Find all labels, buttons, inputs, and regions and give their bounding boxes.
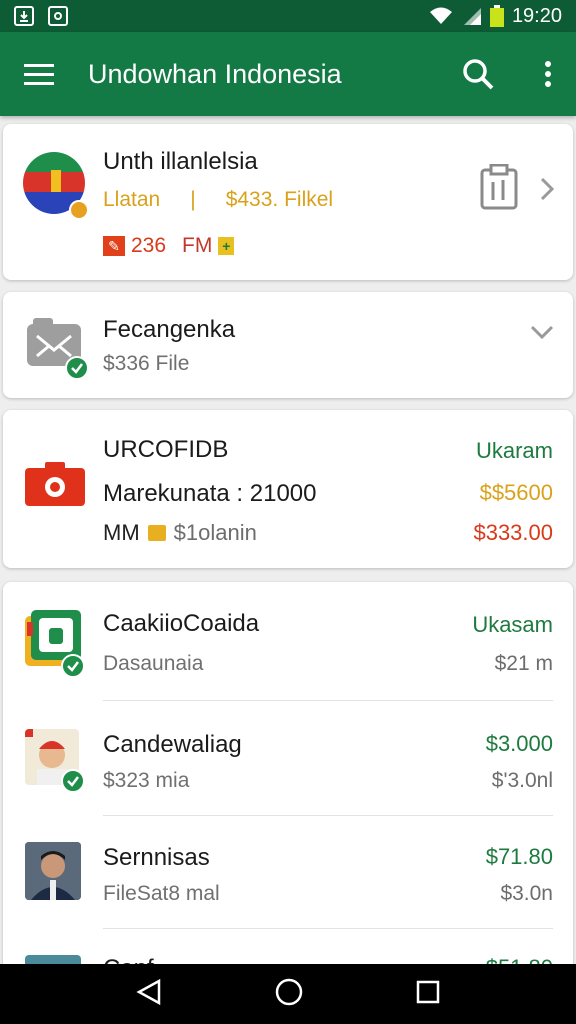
list-item-right-bottom: $3.0n xyxy=(500,882,553,905)
recents-icon[interactable] xyxy=(415,979,441,1010)
card-line3: MM $1olanin xyxy=(103,520,257,546)
status-bar: 19:20 xyxy=(0,0,576,32)
coin-badge-icon xyxy=(69,200,89,220)
card-right1: Ukaram xyxy=(475,438,553,463)
chevron-right-icon[interactable] xyxy=(539,176,555,207)
card-sub-right: $433. Filkel xyxy=(225,188,334,211)
line3-prefix: MM xyxy=(103,520,140,545)
card-title: Unth illanlelsia xyxy=(103,148,258,175)
list-item-title: Sernnisas xyxy=(103,844,210,871)
account-card[interactable]: Unth illanlelsia Llatan | $433. Filkel ✎… xyxy=(3,124,573,280)
search-icon[interactable] xyxy=(462,58,494,90)
market-card[interactable]: URCOFIDB Marekunata : 21000 MM $1olanin … xyxy=(3,410,573,568)
wifi-icon xyxy=(429,7,452,24)
list-item[interactable]: Candewaliag $323 mia $3.000 $'3.0nl xyxy=(3,701,573,815)
list-item-sub: $323 mia xyxy=(103,769,190,792)
card-line2: Marekunata : 21000 xyxy=(103,480,317,507)
card-badge-row: ✎ 236 FM + xyxy=(103,234,235,258)
list-item[interactable]: Sernnisas FileSat8 mal $71.80 $3.0n xyxy=(3,816,573,928)
list-item-partial[interactable]: Canf... $51.80 xyxy=(3,929,573,969)
list-item-title: Candewaliag xyxy=(103,731,242,758)
list-item-sub: Dasaunaia xyxy=(103,652,204,675)
card-sub: $336 File xyxy=(103,352,190,375)
divider-bar: | xyxy=(190,188,196,211)
check-badge-icon xyxy=(61,654,85,678)
menu-icon[interactable] xyxy=(24,62,54,86)
home-icon[interactable] xyxy=(274,977,304,1012)
plus-badge-icon: + xyxy=(218,237,235,255)
badge-number: 236 xyxy=(131,234,167,257)
list-item-right-top: $3.000 xyxy=(485,731,553,756)
list-item[interactable]: CaakiioCoaida Dasaunaia Ukasam $21 m xyxy=(3,582,573,700)
battery-icon xyxy=(489,5,504,27)
signal-icon xyxy=(463,8,481,25)
card-title: URCOFIDB xyxy=(103,436,229,463)
check-badge-icon xyxy=(61,769,85,793)
clipboard-icon[interactable] xyxy=(479,163,519,215)
tag-icon xyxy=(147,525,166,541)
app-bar: Undowhan Indonesia xyxy=(0,32,576,116)
person-avatar-icon xyxy=(25,842,81,900)
card-sub-left: Llatan xyxy=(103,188,161,211)
download-icon xyxy=(14,6,34,26)
list-item-right-bottom: $'3.0nl xyxy=(491,769,553,792)
camera-icon xyxy=(25,460,85,511)
card-right2: $$5600 xyxy=(479,480,553,505)
app-title: Undowhan Indonesia xyxy=(88,58,342,89)
line3-text: $1olanin xyxy=(173,520,257,545)
system-nav-bar xyxy=(0,964,576,1024)
card-right3: $333.00 xyxy=(473,520,553,545)
status-time: 19:20 xyxy=(511,4,562,27)
list-item-title: CaakiioCoaida xyxy=(103,610,260,637)
more-vert-icon[interactable] xyxy=(544,60,552,88)
edit-badge-icon: ✎ xyxy=(103,236,125,256)
check-badge-icon xyxy=(65,356,89,380)
card-title: Fecangenka xyxy=(103,316,236,343)
chevron-down-icon[interactable] xyxy=(529,324,555,345)
badge-suffix: FM xyxy=(182,234,213,257)
list-item-sub: FileSat8 mal xyxy=(103,882,220,905)
file-card[interactable]: Fecangenka $336 File xyxy=(3,292,573,398)
back-icon[interactable] xyxy=(135,978,163,1011)
list-item-right-bottom: $21 m xyxy=(494,652,553,675)
card-subline: Llatan | $433. Filkel xyxy=(103,188,333,212)
transaction-list: CaakiioCoaida Dasaunaia Ukasam $21 m Can… xyxy=(3,582,573,982)
list-item-right-top: $71.80 xyxy=(485,844,553,869)
image-icon xyxy=(48,6,68,26)
list-item-right-top: Ukasam xyxy=(472,612,553,637)
